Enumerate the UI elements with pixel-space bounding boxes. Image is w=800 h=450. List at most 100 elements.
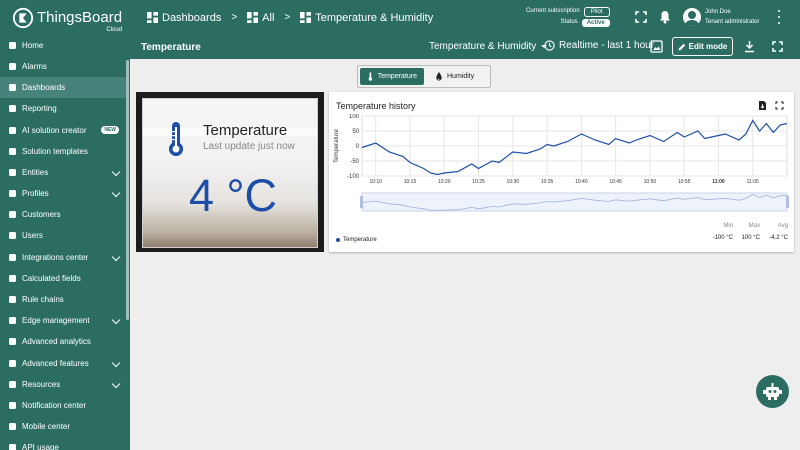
temperature-card: Temperature Last update just now 4 °C [136,92,324,252]
sidebar-item-resources[interactable]: Resources [0,374,126,395]
x-tick-label: 10:45 [609,179,622,185]
sidebar-item-mobile-center[interactable]: Mobile center [0,416,126,437]
brand-name: ThingsBoard [37,9,123,26]
chart-legend: Temperature [336,237,377,243]
sidebar-item-label: Entities [22,168,49,177]
export-file-icon[interactable] [758,101,767,110]
sidebar-item-reporting[interactable]: Reporting [0,98,126,119]
notification-icon [9,402,16,409]
status-badge: Active [581,18,610,27]
sidebar-item-label: Home [22,41,44,50]
image-icon[interactable] [650,40,663,53]
y-tick-label: 50 [352,129,359,135]
ai-assistant-fab[interactable] [756,375,789,408]
breadcrumb-separator-icon: > [284,12,291,23]
temperature-value: 4 °C [189,170,278,221]
sidebar-item-advanced-analytics[interactable]: Advanced analytics [0,331,126,352]
chevron-down-icon[interactable] [111,188,121,198]
customers-icon [9,211,16,218]
sidebar-item-label: API usage [22,443,59,450]
status-label: Status [560,19,578,25]
user-name: John Doe [705,9,731,15]
breadcrumb-label: All [262,11,275,24]
stat-value: -4.2 °C [769,235,788,241]
y-tick-label: 100 [349,114,360,120]
breadcrumb-dashboards[interactable]: Dashboards [147,12,221,24]
sidebar-item-calculated-fields[interactable]: Calculated fields [0,268,126,289]
sidebar: Home Alarms Dashboards Reporting AI solution… [0,35,130,450]
chevron-down-icon[interactable] [111,315,121,325]
sidebar-item-notification-center[interactable]: Notification center [0,395,126,416]
sidebar-item-advanced-features[interactable]: Advanced features [0,353,126,374]
logo[interactable]: ThingsBoard Cloud [0,0,130,35]
breadcrumb-all[interactable]: All [247,12,274,24]
sidebar-item-solution-templates[interactable]: Solution templates [0,141,126,162]
fullscreen-icon[interactable] [634,10,648,24]
chevron-down-icon[interactable] [111,167,121,177]
sidebar-item-label: Advanced features [22,359,89,368]
x-tick-label: 11:00 [712,179,725,185]
calculator-icon [9,275,16,282]
tab-humidity[interactable]: Humidity [428,68,481,85]
sidebar-item-api-usage[interactable]: API usage [0,437,126,450]
subscription-plan-badge[interactable]: Pilot [583,6,610,17]
sidebar-item-label: Reporting [22,104,57,113]
chevron-down-icon[interactable] [111,358,121,368]
fullscreen-icon[interactable] [775,101,784,110]
sidebar-item-alarms[interactable]: Alarms [0,56,126,77]
dashboard-toolbar: Temperature Temperature & Humidity Realt… [130,35,800,59]
tab-label: Humidity [447,73,475,80]
x-tick-label: 10:10 [369,179,382,185]
sidebar-item-entities[interactable]: Entities [0,162,126,183]
breadcrumb-label: Dashboards [162,11,222,24]
api-icon [9,444,16,450]
thingsboard-logo-icon [12,7,34,28]
entities-icon [9,169,16,176]
x-tick-label: 10:20 [438,179,451,185]
breadcrumb-separator-icon: > [231,12,238,23]
dashboard-state-select[interactable]: Temperature & Humidity [429,41,548,52]
dashboard-icon [9,84,16,91]
sidebar-item-profiles[interactable]: Profiles [0,183,126,204]
sidebar-item-integrations-center[interactable]: Integrations center [0,247,126,268]
clock-icon [544,40,555,51]
sidebar-item-customers[interactable]: Customers [0,204,126,225]
fullscreen-icon[interactable] [771,40,784,53]
sidebar-item-label: Users [22,231,43,240]
y-tick-label: -50 [350,159,359,165]
zoom-handle-left [360,196,363,208]
legend-label: Temperature [343,237,377,243]
stat-avg: Avg -4.2 °C [765,223,788,241]
edit-mode-button[interactable]: Edit mode [672,37,733,56]
sidebar-item-label: AI solution creator [22,126,87,135]
sidebar-item-ai-solution-creator[interactable]: AI solution creator NEW [0,120,126,141]
user-menu[interactable]: John Doe Tenant administrator [683,7,759,27]
y-tick-label: -100 [347,174,360,180]
timewindow-button[interactable]: Realtime - last 1 hour [544,40,654,51]
sidebar-item-label: Dashboards [22,83,66,92]
download-icon[interactable] [743,40,756,53]
sidebar-scrollbar[interactable] [126,60,129,320]
tab-temperature[interactable]: Temperature [360,68,424,85]
notifications-bell-icon[interactable] [658,10,672,24]
chevron-down-icon[interactable] [111,252,121,262]
sidebar-item-home[interactable]: Home [0,35,126,56]
water-drop-icon [436,72,442,81]
dashboard-title: Temperature [141,41,201,53]
temperature-card-subtitle: Last update just now [203,141,295,152]
sidebar-item-edge-management[interactable]: Edge management [0,310,126,331]
mobile-icon [9,423,16,430]
edge-icon [9,317,16,324]
sidebar-item-label: Edge management [22,316,90,325]
more-vert-icon[interactable] [776,10,782,24]
stat-label: Min [723,223,733,229]
sidebar-item-rule-chains[interactable]: Rule chains [0,289,126,310]
chevron-down-icon[interactable] [111,379,121,389]
y-tick-label: 0 [356,144,360,150]
users-icon [9,232,16,239]
sidebar-item-dashboards[interactable]: Dashboards [0,77,126,98]
pencil-icon [678,43,685,50]
x-tick-label: 10:15 [404,179,417,185]
avatar [683,8,701,26]
sidebar-item-users[interactable]: Users [0,225,126,246]
